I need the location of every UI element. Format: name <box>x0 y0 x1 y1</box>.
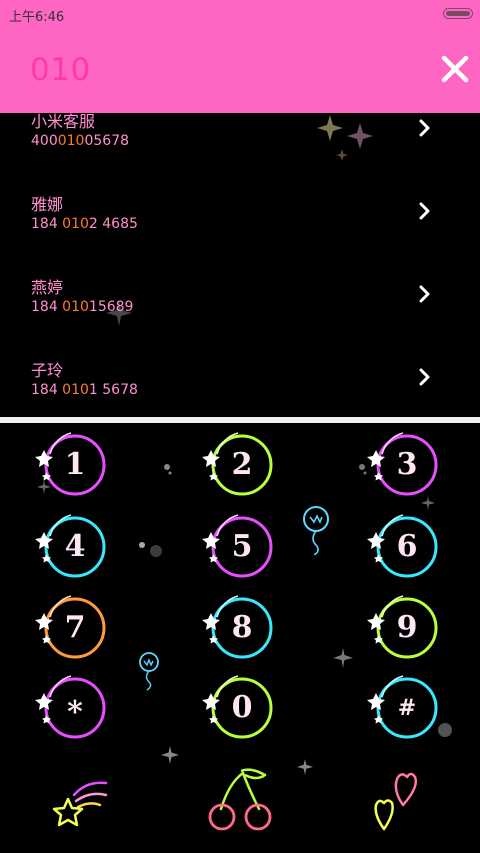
key-0[interactable]: 0 <box>202 673 275 745</box>
sparkle-decoration <box>161 746 179 764</box>
chevron-right-icon <box>419 368 430 386</box>
key-hash-label: # <box>397 695 417 721</box>
shooting-star-icon <box>52 781 108 827</box>
contact-number: 40001005678 <box>31 133 130 149</box>
contact-number: 184 0101 5678 <box>31 382 138 398</box>
contact-row[interactable]: 雅娜 184 0102 4685 <box>0 184 480 267</box>
key-1-label: 1 <box>64 447 86 482</box>
key-2[interactable]: 2 <box>202 430 275 502</box>
contact-name: 燕婷 <box>31 278 64 297</box>
key-9[interactable]: 9 <box>367 593 440 665</box>
contact-list: 小米客服 40001005678 雅娜 184 0102 4685 燕婷 184… <box>0 113 480 417</box>
key-star[interactable]: * <box>35 673 108 745</box>
key-1[interactable]: 1 <box>35 430 108 502</box>
close-icon <box>441 55 469 83</box>
contact-name: 雅娜 <box>31 195 64 214</box>
key-3[interactable]: 3 <box>367 430 440 502</box>
chevron-right-icon <box>419 202 430 220</box>
key-4-label: 4 <box>64 529 86 564</box>
glow-dot-decoration <box>164 464 172 475</box>
key-6-label: 6 <box>396 529 418 564</box>
key-6[interactable]: 6 <box>367 512 440 584</box>
contact-name: 子玲 <box>31 361 64 380</box>
sparkle-decoration <box>297 759 313 775</box>
chevron-right-icon <box>419 119 430 137</box>
key-2-label: 2 <box>231 447 253 482</box>
close-button[interactable] <box>441 55 469 83</box>
contact-row[interactable]: 燕婷 184 01015689 <box>0 267 480 350</box>
contact-row[interactable]: 子玲 184 0101 5678 <box>0 350 480 417</box>
contact-number: 184 0102 4685 <box>31 216 138 232</box>
key-3-label: 3 <box>396 447 418 482</box>
cherry-icon <box>208 768 272 831</box>
key-4[interactable]: 4 <box>35 512 108 584</box>
status-time: 上午6:46 <box>9 10 65 25</box>
sparkle-decoration <box>333 648 353 668</box>
shooting-star-button[interactable] <box>52 775 110 829</box>
hearts-button[interactable] <box>370 771 420 835</box>
balloon-decoration <box>139 652 159 691</box>
key-star-label: * <box>67 695 83 730</box>
battery-icon <box>443 8 473 19</box>
contact-row[interactable]: 小米客服 40001005678 <box>0 113 480 184</box>
key-9-label: 9 <box>396 610 418 645</box>
key-5-label: 5 <box>231 529 253 564</box>
key-8[interactable]: 8 <box>202 593 275 665</box>
contact-name: 小米客服 <box>31 113 96 131</box>
keypad: 1 2 3 4 5 6 7 8 9 * 0 # <box>0 423 480 853</box>
key-5[interactable]: 5 <box>202 512 275 584</box>
balloon-decoration <box>303 506 329 555</box>
hearts-icon <box>374 772 417 831</box>
key-7-label: 7 <box>64 610 86 645</box>
cherry-button[interactable] <box>205 763 275 833</box>
key-hash[interactable]: # <box>367 673 440 745</box>
header-bar: 上午6:46 010 <box>0 0 480 113</box>
search-query[interactable]: 010 <box>30 52 91 88</box>
glow-dot-decoration <box>139 542 162 557</box>
dialer-screen: 上午6:46 010 小米客服 40001005678 雅娜 184 0102 … <box>0 0 480 853</box>
key-8-label: 8 <box>231 610 253 645</box>
key-0-label: 0 <box>231 690 253 725</box>
chevron-right-icon <box>419 285 430 303</box>
contact-number: 184 01015689 <box>31 299 134 315</box>
key-7[interactable]: 7 <box>35 593 108 665</box>
